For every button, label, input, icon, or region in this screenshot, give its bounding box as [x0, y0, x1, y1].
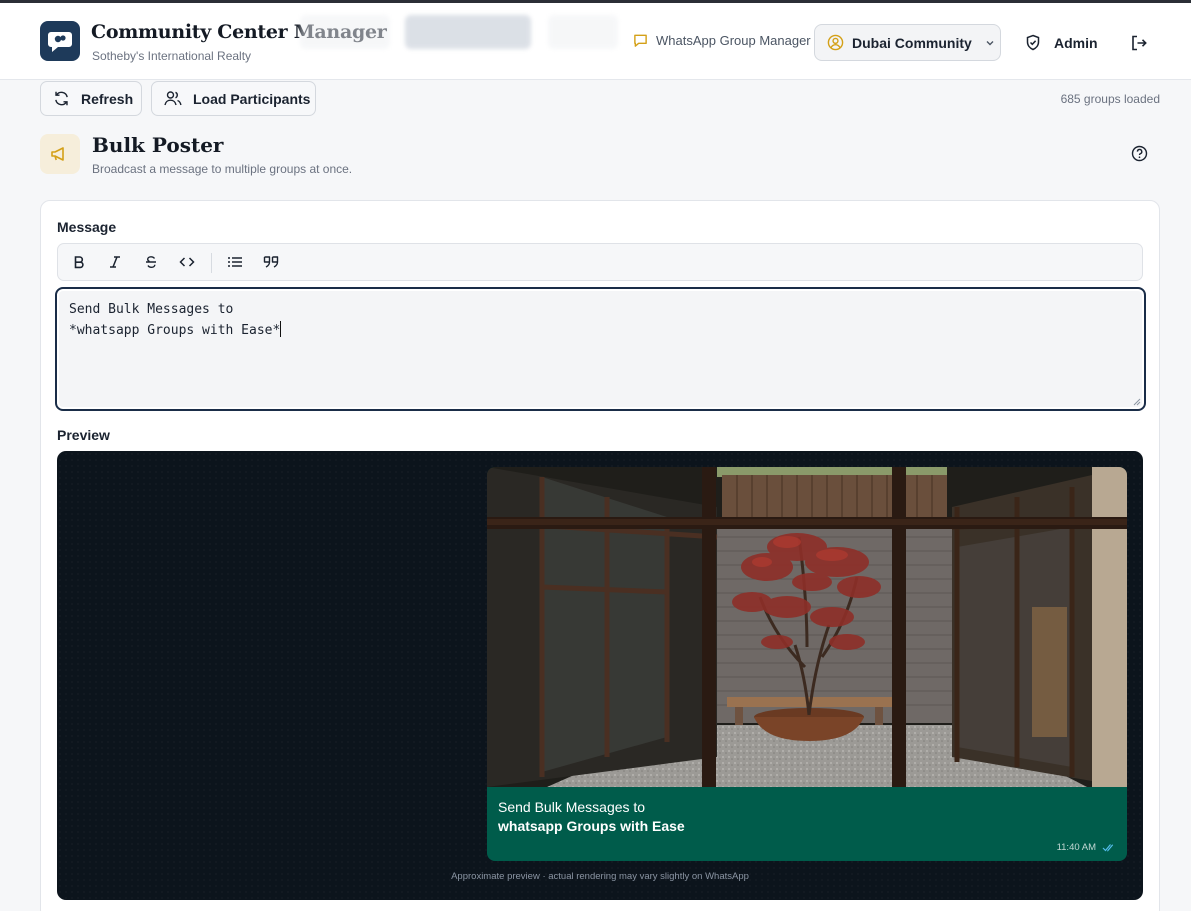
message-square-icon [634, 34, 647, 47]
resize-grip-icon[interactable] [1133, 398, 1141, 406]
italic-icon [110, 256, 120, 268]
message-bubble-line-2: whatsapp Groups with Ease [498, 818, 685, 834]
app-header: Community Center Manager Sotheby's Inter… [0, 3, 1191, 80]
community-selector[interactable]: Dubai Community [814, 24, 1001, 61]
strikethrough-button[interactable] [133, 244, 169, 280]
attached-photo [487, 467, 1127, 787]
chat-bubble-icon [48, 32, 72, 52]
page-subtitle: Broadcast a message to multiple groups a… [92, 162, 353, 176]
app-subtitle: Sotheby's International Realty [92, 49, 252, 63]
toolbar-divider [211, 253, 212, 273]
users-icon [164, 91, 182, 106]
user-name: Admin [1054, 34, 1098, 51]
preview-disclaimer: Approximate preview · actual rendering m… [451, 871, 749, 882]
chevron-down-icon [984, 37, 996, 49]
community-selector-value: Dubai Community [852, 34, 972, 51]
logout-button[interactable] [1130, 34, 1148, 52]
load-participants-button[interactable]: Load Participants [151, 81, 316, 116]
message-time: 11:40 AM [1056, 842, 1096, 853]
message-bubble: Send Bulk Messages to whatsapp Groups wi… [487, 467, 1127, 861]
code-button[interactable] [169, 244, 205, 280]
help-button[interactable] [1131, 145, 1148, 162]
blurred-background-item [548, 15, 618, 49]
user-circle-icon [827, 34, 844, 51]
quote-button[interactable] [253, 244, 289, 280]
page-title: Bulk Poster [92, 133, 224, 157]
message-label: Message [57, 219, 117, 235]
refresh-button[interactable]: Refresh [40, 81, 142, 116]
blurred-background-button [405, 15, 531, 49]
message-bubble-line-1: Send Bulk Messages to [498, 799, 646, 815]
bullet-list-button[interactable] [217, 244, 253, 280]
user-menu[interactable]: Admin [1025, 34, 1098, 51]
formatting-toolbar [57, 243, 1143, 281]
preview-label: Preview [57, 427, 110, 443]
groups-loaded-status: 685 groups loaded [1060, 92, 1160, 106]
message-bubble-text: Send Bulk Messages to whatsapp Groups wi… [498, 798, 685, 836]
logout-icon [1132, 35, 1147, 51]
double-check-icon [1102, 844, 1114, 852]
help-circle-icon [1131, 145, 1148, 162]
refresh-icon [55, 91, 68, 106]
message-text: Send Bulk Messages to *whatsapp Groups w… [69, 302, 281, 338]
app-logo[interactable] [40, 21, 80, 61]
shield-check-icon [1026, 34, 1040, 51]
load-participants-label: Load Participants [193, 90, 311, 107]
bold-icon [74, 256, 84, 269]
strikethrough-icon [146, 256, 156, 269]
bold-button[interactable] [61, 244, 97, 280]
bullet-list-icon [228, 257, 242, 267]
whatsapp-group-manager-label: WhatsApp Group Manager [656, 33, 811, 48]
message-timestamp: 11:40 AM [1057, 842, 1115, 853]
message-input[interactable]: Send Bulk Messages to *whatsapp Groups w… [55, 287, 1146, 411]
whatsapp-group-manager-link[interactable]: WhatsApp Group Manager [633, 33, 811, 48]
refresh-label: Refresh [81, 90, 134, 107]
italic-button[interactable] [97, 244, 133, 280]
megaphone-icon [40, 134, 80, 174]
text-caret [280, 321, 282, 337]
quote-icon [263, 256, 279, 268]
blurred-background-item [300, 15, 390, 49]
code-icon [179, 257, 195, 267]
